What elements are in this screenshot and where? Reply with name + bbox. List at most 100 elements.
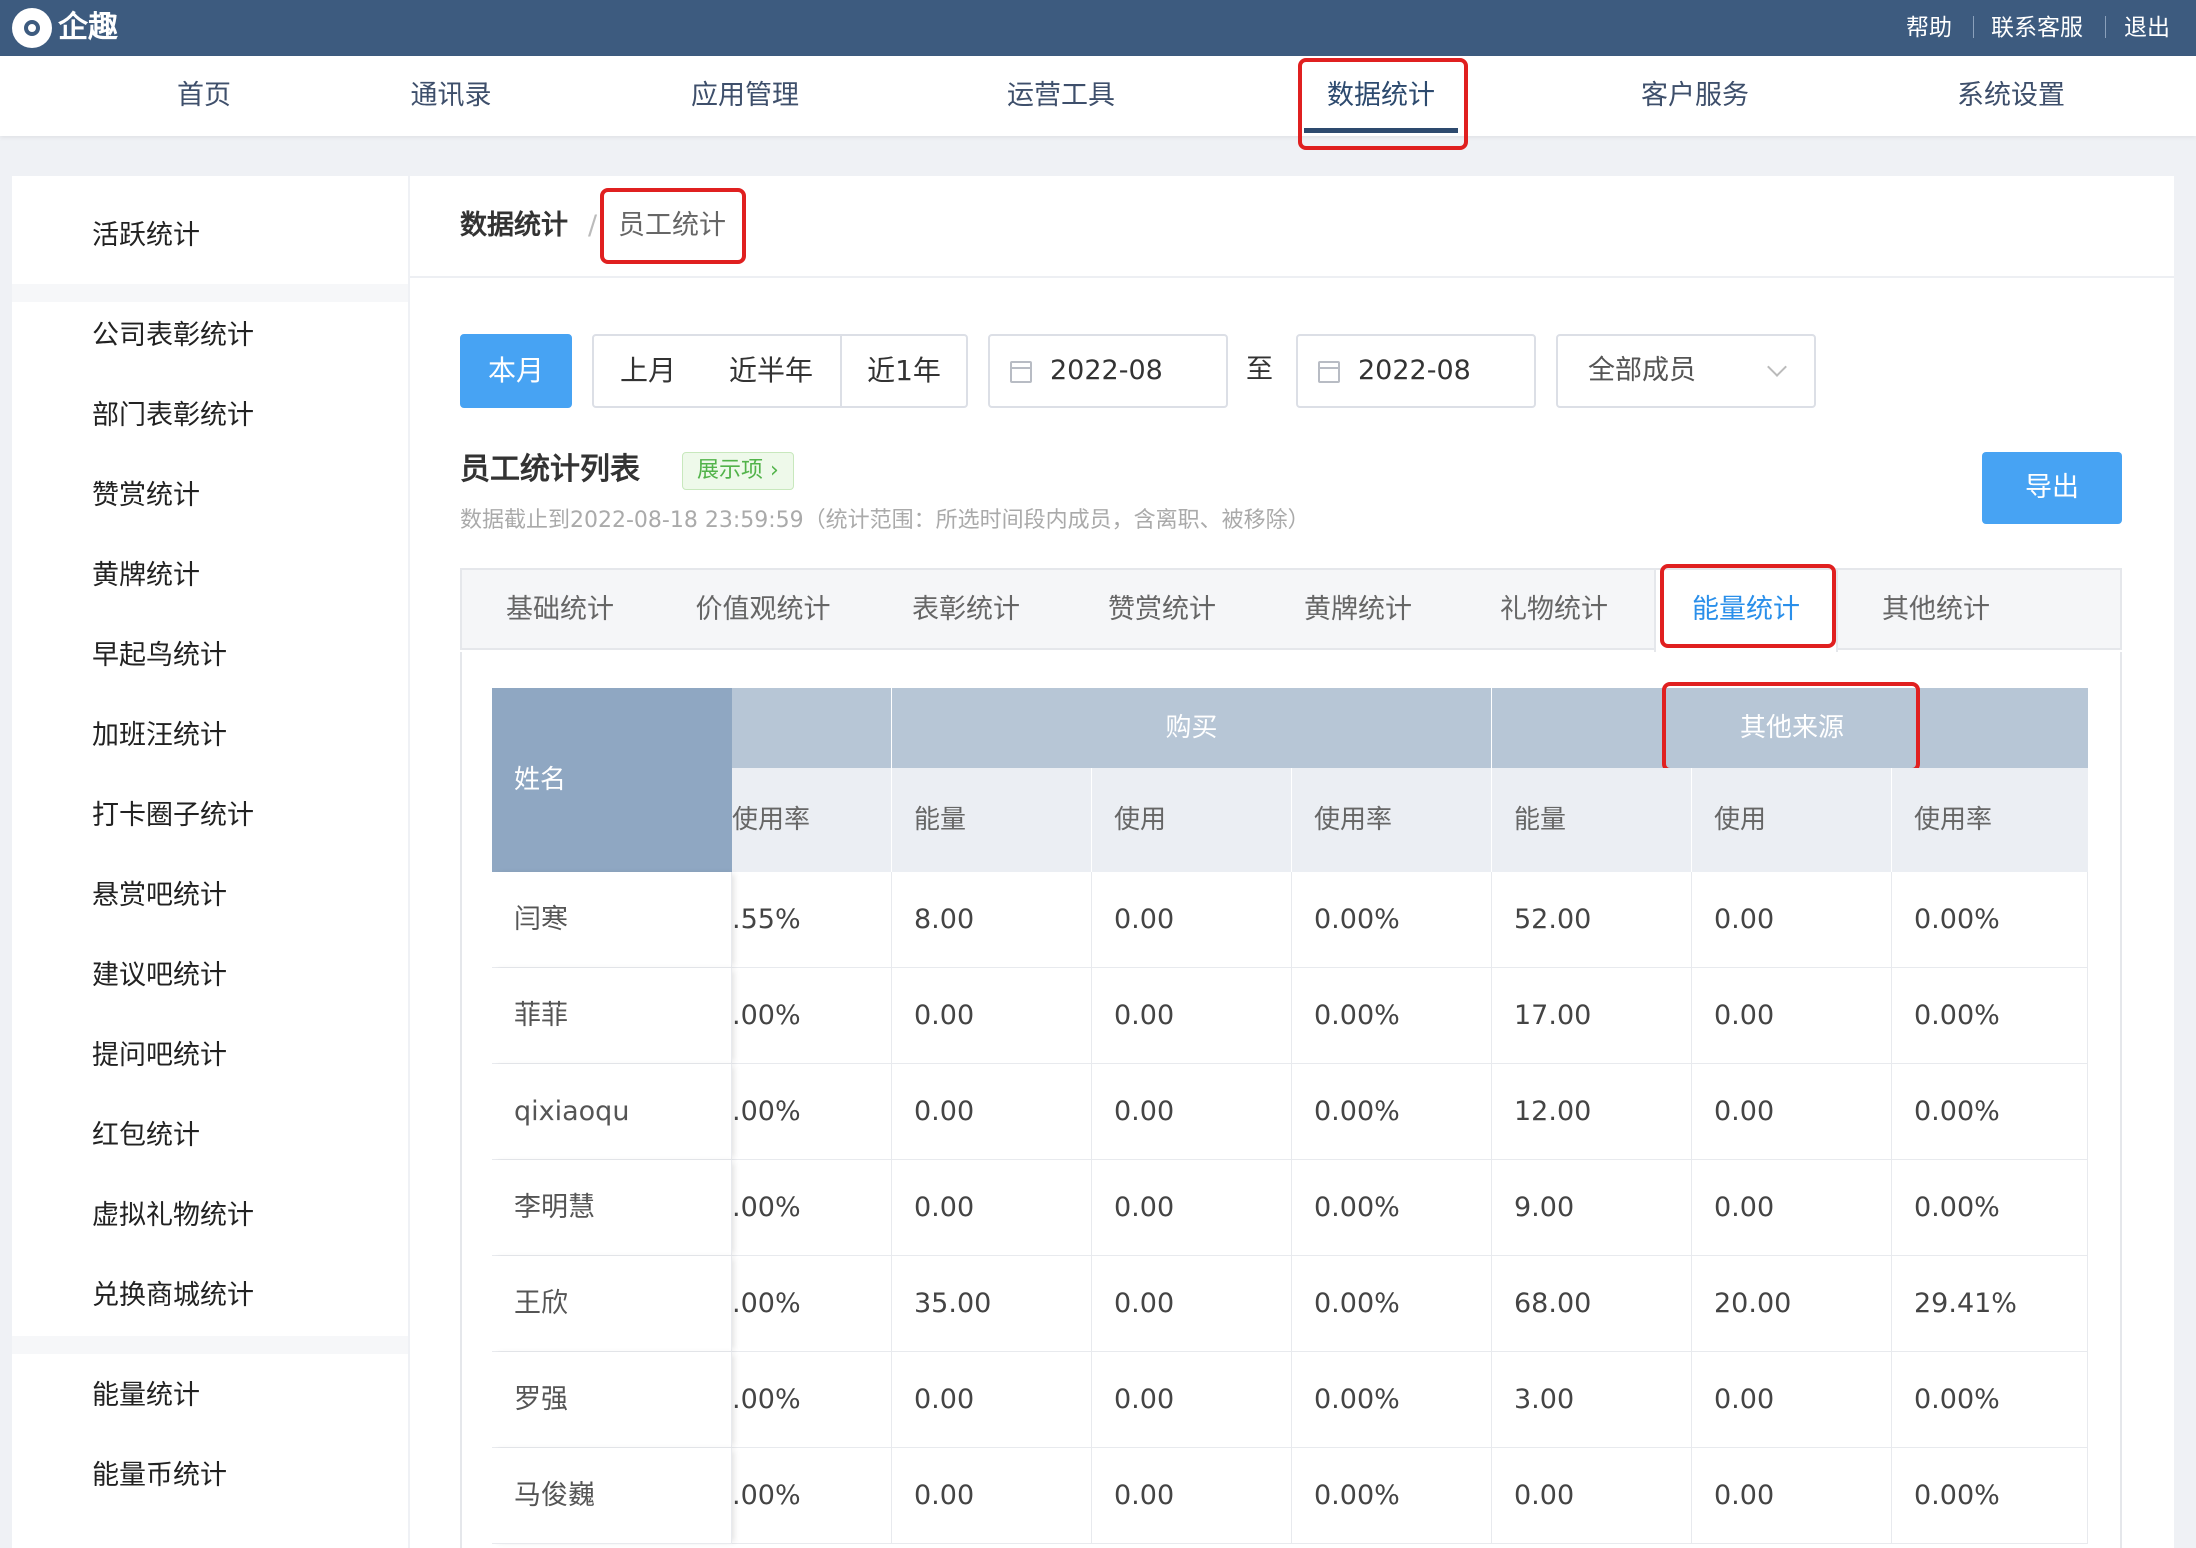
subheader-other-usage-rate: 使用率 (1892, 768, 2088, 872)
sidebar-item-exchange-mall[interactable]: 兑换商城统计 (92, 1276, 254, 1316)
table-cell: 0.00 (1092, 872, 1292, 968)
nav-system-settings[interactable]: 系统设置 (1946, 56, 2076, 136)
sidebar-item-early-bird[interactable]: 早起鸟统计 (92, 636, 227, 676)
table-cell: 0.00 (892, 1448, 1092, 1544)
table-cell: 0.00% (1292, 872, 1492, 968)
tab-praise[interactable]: 赞赏统计 (1064, 570, 1260, 650)
sidebar-divider (12, 1336, 408, 1354)
period-half-year-button[interactable]: 近半年 (702, 334, 842, 408)
nav-app-management[interactable]: 应用管理 (680, 56, 810, 136)
sidebar-item-checkin-circle[interactable]: 打卡圈子统计 (92, 796, 254, 836)
table-cell: .00% (732, 1256, 892, 1352)
calendar-icon (1318, 361, 1340, 383)
table-cell: 0.00 (1092, 1448, 1292, 1544)
table-cell: .00% (732, 1064, 892, 1160)
table-cell: 0.00% (1892, 968, 2088, 1064)
breadcrumb-root[interactable]: 数据统计 (460, 206, 568, 246)
table-cell: 20.00 (1692, 1256, 1892, 1352)
tab-values[interactable]: 价值观统计 (658, 570, 868, 650)
sidebar-item-questions[interactable]: 提问吧统计 (92, 1036, 227, 1076)
table-cell: 0.00 (1692, 1448, 1892, 1544)
table-cell-name: 闫寒 (492, 872, 732, 968)
table-cell: 0.00 (1092, 1064, 1292, 1160)
start-date-value: 2022-08 (1050, 355, 1163, 386)
subheader-purchase-usage-rate: 使用率 (1292, 768, 1492, 872)
sidebar-divider (12, 284, 408, 302)
table-cell: 0.00 (1692, 968, 1892, 1064)
sidebar-item-bounty[interactable]: 悬赏吧统计 (92, 876, 227, 916)
export-button[interactable]: 导出 (1982, 452, 2122, 524)
tab-yellow-card[interactable]: 黄牌统计 (1260, 570, 1456, 650)
logo-icon (12, 8, 52, 48)
table-cell: 0.00 (1092, 1256, 1292, 1352)
table-cell: 68.00 (1492, 1256, 1692, 1352)
highlight-breadcrumb (600, 188, 746, 264)
subheader-purchase-energy: 能量 (892, 768, 1092, 872)
help-link[interactable]: 帮助 (1906, 12, 1952, 44)
sidebar-item-dept-commend[interactable]: 部门表彰统计 (92, 396, 254, 436)
table-cell-name: 马俊巍 (492, 1448, 732, 1544)
table-cell: 9.00 (1492, 1160, 1692, 1256)
nav-home[interactable]: 首页 (154, 56, 254, 136)
period-last-month-button[interactable]: 上月 (592, 334, 704, 408)
sidebar-item-active-stats[interactable]: 活跃统计 (92, 216, 200, 256)
tab-gift[interactable]: 礼物统计 (1456, 570, 1652, 650)
end-date-picker[interactable]: 2022-08 (1296, 334, 1536, 408)
chevron-right-icon: › (763, 458, 779, 483)
highlight-nav (1298, 58, 1468, 150)
table-cell-name: 罗强 (492, 1352, 732, 1448)
member-select-value: 全部成员 (1588, 355, 1696, 386)
sidebar-item-energy-coin[interactable]: 能量币统计 (92, 1456, 227, 1496)
date-range-separator: 至 (1246, 354, 1273, 385)
sidebar-item-company-commend[interactable]: 公司表彰统计 (92, 316, 254, 356)
period-one-year-button[interactable]: 近1年 (840, 334, 968, 408)
contact-support-link[interactable]: 联系客服 (1991, 12, 2083, 44)
chevron-down-icon (1767, 357, 1787, 377)
table-cell: 0.00% (1892, 1448, 2088, 1544)
calendar-icon (1010, 361, 1032, 383)
highlight-other-source (1662, 682, 1920, 772)
sidebar-item-yellow-card[interactable]: 黄牌统计 (92, 556, 200, 596)
table-cell: 0.00 (892, 1352, 1092, 1448)
table-cell: 0.00% (1892, 1352, 2088, 1448)
subheader-usage-rate-prev: 使用率 (732, 768, 892, 872)
period-this-month-button[interactable]: 本月 (460, 334, 572, 408)
table-cell: 0.00 (1092, 1160, 1292, 1256)
sidebar-item-praise[interactable]: 赞赏统计 (92, 476, 200, 516)
tab-basic[interactable]: 基础统计 (462, 570, 658, 650)
table-cell-name: qixiaoqu (492, 1064, 732, 1160)
tab-commend[interactable]: 表彰统计 (868, 570, 1064, 650)
start-date-picker[interactable]: 2022-08 (988, 334, 1228, 408)
member-select[interactable]: 全部成员 (1556, 334, 1816, 408)
sidebar-item-overtime[interactable]: 加班汪统计 (92, 716, 227, 756)
table-cell: 0.00% (1892, 1064, 2088, 1160)
display-items-label: 展示项 (697, 458, 764, 483)
display-items-tag[interactable]: 展示项 › (682, 452, 794, 490)
table-cell: 0.00 (1692, 872, 1892, 968)
table-cell-name: 李明慧 (492, 1160, 732, 1256)
nav-operation-tools[interactable]: 运营工具 (996, 56, 1126, 136)
nav-customer-service[interactable]: 客户服务 (1630, 56, 1760, 136)
stats-tabs: 基础统计 价值观统计 表彰统计 赞赏统计 黄牌统计 礼物统计 能量统计 其他统计 (460, 568, 2122, 652)
table-cell: 0.00 (1692, 1064, 1892, 1160)
table-cell: .00% (732, 1448, 892, 1544)
table-cell: 0.00 (1692, 1160, 1892, 1256)
table-cell: 3.00 (1492, 1352, 1692, 1448)
subheader-other-used: 使用 (1692, 768, 1892, 872)
tab-other[interactable]: 其他统计 (1838, 570, 2034, 650)
nav-contacts[interactable]: 通讯录 (396, 56, 506, 136)
group-header-purchase: 购买 (892, 688, 1492, 768)
logout-link[interactable]: 退出 (2124, 12, 2170, 44)
sidebar-item-energy[interactable]: 能量统计 (92, 1376, 200, 1416)
sidebar-item-red-packet[interactable]: 红包统计 (92, 1116, 200, 1156)
subheader-other-energy: 能量 (1492, 768, 1692, 872)
table-cell: 0.00 (892, 1160, 1092, 1256)
data-cutoff-note: 数据截止到2022-08-18 23:59:59（统计范围：所选时间段内成员，含… (460, 508, 1310, 533)
table-cell: 12.00 (1492, 1064, 1692, 1160)
main-nav: 首页 通讯录 应用管理 运营工具 数据统计 客户服务 系统设置 (0, 56, 2196, 136)
table-cell: 29.41% (1892, 1256, 2088, 1352)
table-cell: 0.00 (892, 968, 1092, 1064)
sidebar-item-virtual-gift[interactable]: 虚拟礼物统计 (92, 1196, 254, 1236)
sidebar-item-suggestion[interactable]: 建议吧统计 (92, 956, 227, 996)
table-cell-name: 菲菲 (492, 968, 732, 1064)
